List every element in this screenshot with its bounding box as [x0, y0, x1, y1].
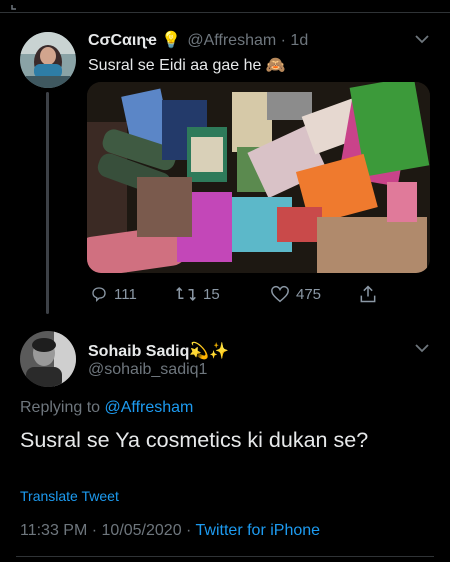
- like-icon: [271, 285, 289, 303]
- avatar-image: [20, 32, 76, 88]
- tweet-media-image[interactable]: [87, 82, 430, 273]
- like-action[interactable]: 475: [270, 285, 321, 303]
- tweet-author-name[interactable]: CσCαιɳҽ 💡: [88, 30, 181, 50]
- tweet-author-avatar[interactable]: [20, 32, 76, 88]
- reply-author-name[interactable]: Sohaib Sadiq💫✨: [88, 341, 229, 361]
- reply-count: 111: [114, 285, 137, 303]
- previous-tweet-remnant: [0, 0, 450, 10]
- replying-to-mention[interactable]: @Affresham: [105, 399, 194, 416]
- like-count: 475: [296, 285, 322, 303]
- retweet-action[interactable]: 15: [175, 285, 220, 303]
- chevron-down-icon[interactable]: [414, 341, 430, 359]
- tweet-handle-date[interactable]: @Affresham · 1d: [187, 32, 308, 50]
- retweet-count: 15: [203, 285, 220, 303]
- reply-timestamp[interactable]: 11:33 PM · 10/05/2020 ·: [20, 522, 196, 539]
- gift-bag-photo: [87, 82, 430, 273]
- bottom-divider: [16, 556, 434, 557]
- translate-tweet-link[interactable]: Translate Tweet: [20, 488, 119, 504]
- retweet-icon: [176, 286, 196, 302]
- replying-to-line: Replying to @Affresham: [20, 399, 193, 417]
- tweet-meta: 11:33 PM · 10/05/2020 · Twitter for iPho…: [20, 522, 320, 540]
- chevron-down-icon[interactable]: [414, 32, 430, 50]
- thread-connector-line: [46, 92, 49, 314]
- share-icon: [360, 285, 376, 303]
- share-action[interactable]: [358, 284, 378, 304]
- reply-action[interactable]: 111: [90, 285, 137, 303]
- reply-text: Susral se Ya cosmetics ki dukan se?: [20, 428, 369, 452]
- reply-icon: [92, 287, 106, 303]
- reply-avatar-image: [20, 331, 76, 387]
- replying-to-prefix: Replying to: [20, 399, 105, 416]
- tweet-text: Susral se Eidi aa gae he 🙈: [88, 57, 286, 74]
- reply-author-avatar[interactable]: [20, 331, 76, 387]
- top-divider: [0, 12, 450, 13]
- reply-author-handle[interactable]: @sohaib_sadiq1: [88, 361, 207, 379]
- tweet-source[interactable]: Twitter for iPhone: [196, 522, 321, 539]
